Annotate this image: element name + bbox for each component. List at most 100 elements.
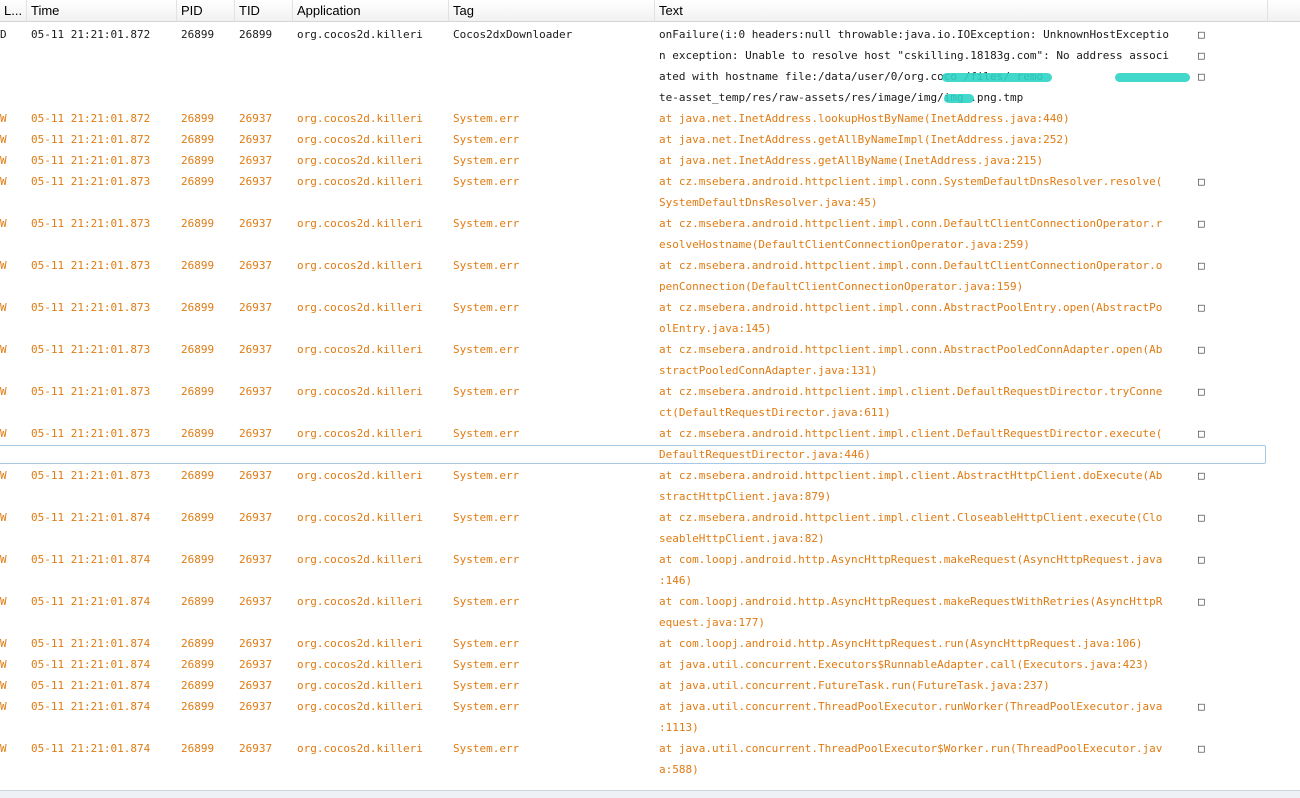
table-row[interactable]: W 05-11 21:21:01.873 26899 26937 org.cocos2d…: [0, 171, 1300, 213]
table-row[interactable]: W 05-11 21:21:01.872 26899 26937 org.cocos2d…: [0, 129, 1300, 150]
table-row[interactable]: W 05-11 21:21:01.873 26899 26937 org.cocos2d…: [0, 150, 1300, 171]
table-row[interactable]: W 05-11 21:21:01.874 26899 26937 org.cocos2d…: [0, 549, 1300, 591]
column-header-time[interactable]: Time: [27, 0, 177, 21]
logcat-table[interactable]: D 05-11 21:21:01.872 26899 26899 org.cocos2d…: [0, 24, 1300, 784]
column-header-tag[interactable]: Tag: [449, 0, 655, 21]
log-level: W: [0, 217, 7, 230]
table-row[interactable]: D 05-11 21:21:01.872 26899 26899 org.cocos2d…: [0, 24, 1300, 108]
message-line: seableHttpClient.java:82): [659, 532, 825, 545]
application-cell: org.cocos2d.killeri: [297, 301, 423, 314]
message-cell: at cz.msebera.android.httpclient.impl.co…: [659, 339, 1162, 381]
application-cell: org.cocos2d.killeri: [297, 637, 423, 650]
table-row[interactable]: W 05-11 21:21:01.873 26899 26937 org.cocos2d…: [0, 465, 1300, 507]
tid-cell: 26937: [239, 553, 273, 566]
message-line: at com.loopj.android.http.AsyncHttpReque…: [659, 637, 1143, 650]
table-row[interactable]: W 05-11 21:21:01.874 26899 26937 org.cocos2d…: [0, 633, 1300, 654]
pid-cell: 26899: [181, 700, 215, 713]
application-cell: org.cocos2d.killeri: [297, 133, 423, 146]
application-cell: org.cocos2d.killeri: [297, 742, 423, 755]
redaction-mark: [942, 73, 1052, 82]
pid-cell: 26899: [181, 553, 215, 566]
tag-cell: System.err: [453, 553, 520, 566]
table-row[interactable]: W 05-11 21:21:01.874 26899 26937 org.cocos2d…: [0, 591, 1300, 633]
tag-cell: System.err: [453, 301, 520, 314]
timestamp: 05-11 21:21:01.874: [31, 700, 151, 713]
table-row[interactable]: W 05-11 21:21:01.873 26899 26937 org.cocos2d…: [0, 213, 1300, 255]
table-row[interactable]: W 05-11 21:21:01.873 26899 26937 org.cocos2d…: [0, 381, 1300, 423]
timestamp: 05-11 21:21:01.872: [31, 112, 151, 125]
message-line: at java.util.concurrent.Executors$Runnab…: [659, 658, 1150, 671]
column-header-text[interactable]: Text: [655, 0, 1268, 21]
table-row[interactable]: W 05-11 21:21:01.872 26899 26937 org.cocos2d…: [0, 108, 1300, 129]
message-line: a:588): [659, 763, 699, 776]
line-wrap-icon: □: [1198, 343, 1205, 356]
message-cell: at java.net.InetAddress.lookupHostByName…: [659, 108, 1070, 129]
tid-cell: 26937: [239, 679, 273, 692]
log-level: W: [0, 427, 7, 440]
table-row[interactable]: W 05-11 21:21:01.873 26899 26937 org.cocos2d…: [0, 423, 1300, 465]
column-header: L... Time PID TID Application Tag Text: [0, 0, 1300, 22]
tid-cell: 26937: [239, 133, 273, 146]
pid-cell: 26899: [181, 679, 215, 692]
line-wrap-icon: □: [1198, 595, 1205, 608]
application-cell: org.cocos2d.killeri: [297, 469, 423, 482]
message-cell: at java.net.InetAddress.getAllByName(Ine…: [659, 150, 1043, 171]
message-cell: at cz.msebera.android.httpclient.impl.co…: [659, 213, 1162, 255]
pid-cell: 26899: [181, 742, 215, 755]
application-cell: org.cocos2d.killeri: [297, 217, 423, 230]
table-row[interactable]: W 05-11 21:21:01.873 26899 26937 org.cocos2d…: [0, 255, 1300, 297]
timestamp: 05-11 21:21:01.874: [31, 742, 151, 755]
tid-cell: 26937: [239, 700, 273, 713]
column-header-tid[interactable]: TID: [235, 0, 293, 21]
timestamp: 05-11 21:21:01.874: [31, 679, 151, 692]
message-cell: at java.util.concurrent.Executors$Runnab…: [659, 654, 1149, 675]
timestamp: 05-11 21:21:01.873: [31, 154, 151, 167]
tag-cell: System.err: [453, 112, 520, 125]
timestamp: 05-11 21:21:01.872: [31, 28, 151, 41]
tid-cell: 26937: [239, 112, 273, 125]
table-row[interactable]: W 05-11 21:21:01.874 26899 26937 org.cocos2d…: [0, 738, 1300, 780]
message-line: at com.loopj.android.http.AsyncHttpReque…: [659, 553, 1163, 566]
line-wrap-icon: □: [1198, 469, 1205, 482]
line-wrap-icon: □: [1198, 217, 1205, 230]
pid-cell: 26899: [181, 511, 215, 524]
log-level: W: [0, 154, 7, 167]
table-row[interactable]: W 05-11 21:21:01.874 26899 26937 org.cocos2d…: [0, 654, 1300, 675]
message-line: at java.util.concurrent.ThreadPoolExecut…: [659, 700, 1163, 713]
tid-cell: 26937: [239, 259, 273, 272]
tag-cell: System.err: [453, 637, 520, 650]
message-line: at cz.msebera.android.httpclient.impl.co…: [659, 259, 1163, 272]
application-cell: org.cocos2d.killeri: [297, 385, 423, 398]
table-row[interactable]: W 05-11 21:21:01.874 26899 26937 org.cocos2d…: [0, 507, 1300, 549]
tag-cell: System.err: [453, 595, 520, 608]
tag-cell: Cocos2dxDownloader: [453, 28, 573, 41]
column-header-level[interactable]: L...: [0, 0, 27, 21]
message-line: esolveHostname(DefaultClientConnectionOp…: [659, 238, 1030, 251]
message-line: at cz.msebera.android.httpclient.impl.co…: [659, 217, 1163, 230]
tag-cell: System.err: [453, 469, 520, 482]
application-cell: org.cocos2d.killeri: [297, 658, 423, 671]
pid-cell: 26899: [181, 259, 215, 272]
log-level: W: [0, 343, 7, 356]
table-row[interactable]: W 05-11 21:21:01.874 26899 26937 org.cocos2d…: [0, 696, 1300, 738]
tid-cell: 26937: [239, 595, 273, 608]
pid-cell: 26899: [181, 175, 215, 188]
tid-cell: 26937: [239, 658, 273, 671]
table-row[interactable]: W 05-11 21:21:01.874 26899 26937 org.cocos2d…: [0, 675, 1300, 696]
log-level: W: [0, 700, 7, 713]
tag-cell: System.err: [453, 511, 520, 524]
tid-cell: 26937: [239, 343, 273, 356]
column-header-pid[interactable]: PID: [177, 0, 235, 21]
message-line: at cz.msebera.android.httpclient.impl.cl…: [659, 469, 1163, 482]
table-row[interactable]: W 05-11 21:21:01.873 26899 26937 org.cocos2d…: [0, 297, 1300, 339]
application-cell: org.cocos2d.killeri: [297, 511, 423, 524]
column-header-application[interactable]: Application: [293, 0, 449, 21]
message-line: equest.java:177): [659, 616, 765, 629]
tag-cell: System.err: [453, 658, 520, 671]
message-line: at cz.msebera.android.httpclient.impl.cl…: [659, 385, 1163, 398]
log-level: W: [0, 511, 7, 524]
timestamp: 05-11 21:21:01.873: [31, 301, 151, 314]
message-cell: at com.loopj.android.http.AsyncHttpReque…: [659, 633, 1142, 654]
table-row[interactable]: W 05-11 21:21:01.873 26899 26937 org.cocos2d…: [0, 339, 1300, 381]
pid-cell: 26899: [181, 469, 215, 482]
